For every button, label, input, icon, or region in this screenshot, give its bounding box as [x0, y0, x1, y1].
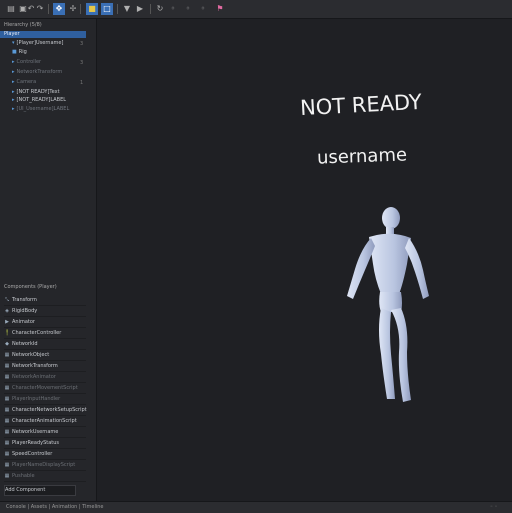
object-icon: ▸ — [12, 89, 15, 95]
component-row[interactable]: ▦ Pushable — [4, 472, 86, 482]
character-head — [382, 207, 400, 229]
toolbar: ▤ ▣ ↶ ↷ ✥ ✢ ■ □ ▼ ▶ ↻ ◦ ◦ ◦ ⚑ — [0, 0, 512, 19]
tree-count: 3 — [80, 60, 84, 66]
not-ready-label: NOT READY — [299, 89, 423, 121]
status-icon[interactable]: ◦ ◦ — [490, 502, 498, 513]
component-row[interactable]: ▦ CharacterAnimationScript — [4, 417, 86, 427]
object-icon: ▸ — [12, 97, 15, 103]
move-tool-icon[interactable]: ✢ — [68, 4, 78, 14]
toolbar-divider — [80, 4, 81, 14]
component-row[interactable]: ▦ PlayerInputHandler — [4, 395, 86, 405]
script-icon: ▦ — [4, 473, 10, 479]
toolbar-divider — [150, 4, 151, 14]
tree-item[interactable]: ▾ [Player]Username] — [12, 40, 63, 47]
script-icon: ▦ — [4, 462, 10, 468]
tree-item[interactable]: ▸ [NOT_READY]LABEL — [12, 97, 66, 104]
play-icon[interactable]: ▶ — [135, 4, 145, 14]
tree-count: 1 — [80, 80, 84, 86]
rect-tool-icon[interactable]: □ — [101, 3, 113, 15]
status-bar-tabs[interactable]: Console | Assets | Animation | Timeline — [6, 504, 103, 510]
character-torso — [369, 233, 411, 294]
component-row[interactable]: ▦ NetworkUsername — [4, 428, 86, 438]
hierarchy-title: Hierarchy (5/8) — [4, 22, 42, 28]
filter-icon[interactable]: ▼ — [122, 4, 132, 14]
reset-icon[interactable]: ◦ — [168, 4, 178, 14]
components-title: Components (Player) — [4, 284, 57, 290]
component-row[interactable]: ▦ PlayerNameDisplayScript — [4, 461, 86, 471]
script-icon: ▦ — [4, 374, 10, 380]
select-tool-icon[interactable]: ✥ — [53, 3, 65, 15]
folder-icon[interactable]: ▤ — [6, 4, 16, 14]
object-icon: ▸ — [12, 69, 15, 75]
settings-icon[interactable]: ◦ — [198, 4, 208, 14]
username-label: username — [316, 144, 408, 169]
script-icon: ▦ — [4, 407, 10, 413]
left-panel: Hierarchy (5/8) Player ▾ [Player]Username… — [0, 19, 97, 501]
component-row[interactable]: ▦ SpeedController — [4, 450, 86, 460]
component-row[interactable]: ◈ RigidBody — [4, 307, 86, 317]
tree-item[interactable]: ▸ NetworkTransform — [12, 69, 62, 76]
component-row[interactable]: ╿ CharacterController — [4, 329, 86, 339]
tree-item[interactable]: ▸ [UI_Username]LABEL — [12, 106, 69, 113]
component-row[interactable]: ▦ PlayerReadyStatus — [4, 439, 86, 449]
tree-item[interactable]: ▸ [NOT READY]Text — [12, 89, 60, 96]
controller-icon: ╿ — [5, 330, 9, 336]
network-icon: ◆ — [5, 341, 9, 347]
script-icon: ▦ — [4, 385, 10, 391]
status-bar: Console | Assets | Animation | Timeline … — [0, 501, 512, 513]
toolbar-divider — [48, 4, 49, 14]
add-component-button[interactable]: Add Component — [4, 485, 76, 496]
object-icon: ■ — [12, 49, 17, 55]
script-icon: ▦ — [4, 396, 10, 402]
animator-icon: ▶ — [5, 319, 9, 325]
component-row[interactable]: ▦ CharacterMovementScript — [4, 384, 86, 394]
component-row[interactable]: ▦ NetworkAnimator — [4, 373, 86, 383]
character-neck — [386, 227, 394, 234]
tree-count: 3 — [80, 41, 84, 47]
script-icon: ▦ — [4, 352, 10, 358]
component-row[interactable]: ▦ NetworkObject — [4, 351, 86, 361]
component-row[interactable]: ⤡ Transform — [4, 296, 86, 306]
tree-item[interactable]: ■ Rig — [12, 49, 27, 56]
character-left-leg — [379, 308, 395, 399]
transform-icon: ⤡ — [4, 297, 9, 303]
tree-item[interactable]: ▸ Camera — [12, 79, 36, 86]
script-icon: ▦ — [4, 440, 10, 446]
component-row[interactable]: ▦ NetworkTransform — [4, 362, 86, 372]
object-icon: ▸ — [12, 106, 15, 112]
scale-tool-icon[interactable]: ■ — [86, 3, 98, 15]
scene-viewport[interactable]: NOT READY username — [97, 19, 512, 501]
rigidbody-icon: ◈ — [5, 308, 9, 314]
rotate-icon[interactable]: ↻ — [155, 4, 165, 14]
character-right-arm — [405, 238, 429, 299]
script-icon: ▦ — [4, 429, 10, 435]
character-left-arm — [347, 238, 375, 299]
component-row[interactable]: ◆ NetworkId — [4, 340, 86, 350]
flag-icon[interactable]: ⚑ — [215, 4, 225, 14]
object-icon: ▸ — [12, 59, 15, 65]
component-row[interactable]: ▦ CharacterNetworkSetupScript — [4, 406, 87, 416]
redo-icon[interactable]: ↷ — [35, 4, 45, 14]
toolbar-divider — [117, 4, 118, 14]
player-character-model[interactable] — [325, 204, 445, 404]
hierarchy-root-row[interactable]: Player — [0, 31, 86, 38]
component-row[interactable]: ▶ Animator — [4, 318, 86, 328]
refresh-icon[interactable]: ◦ — [183, 4, 193, 14]
script-icon: ▦ — [4, 451, 10, 457]
object-icon: ▸ — [12, 79, 15, 85]
script-icon: ▦ — [4, 363, 10, 369]
script-icon: ▦ — [4, 418, 10, 424]
object-icon: ▾ — [12, 40, 15, 46]
hierarchy-root-label: Player — [4, 31, 20, 37]
tree-item[interactable]: ▸ Controller — [12, 59, 41, 66]
